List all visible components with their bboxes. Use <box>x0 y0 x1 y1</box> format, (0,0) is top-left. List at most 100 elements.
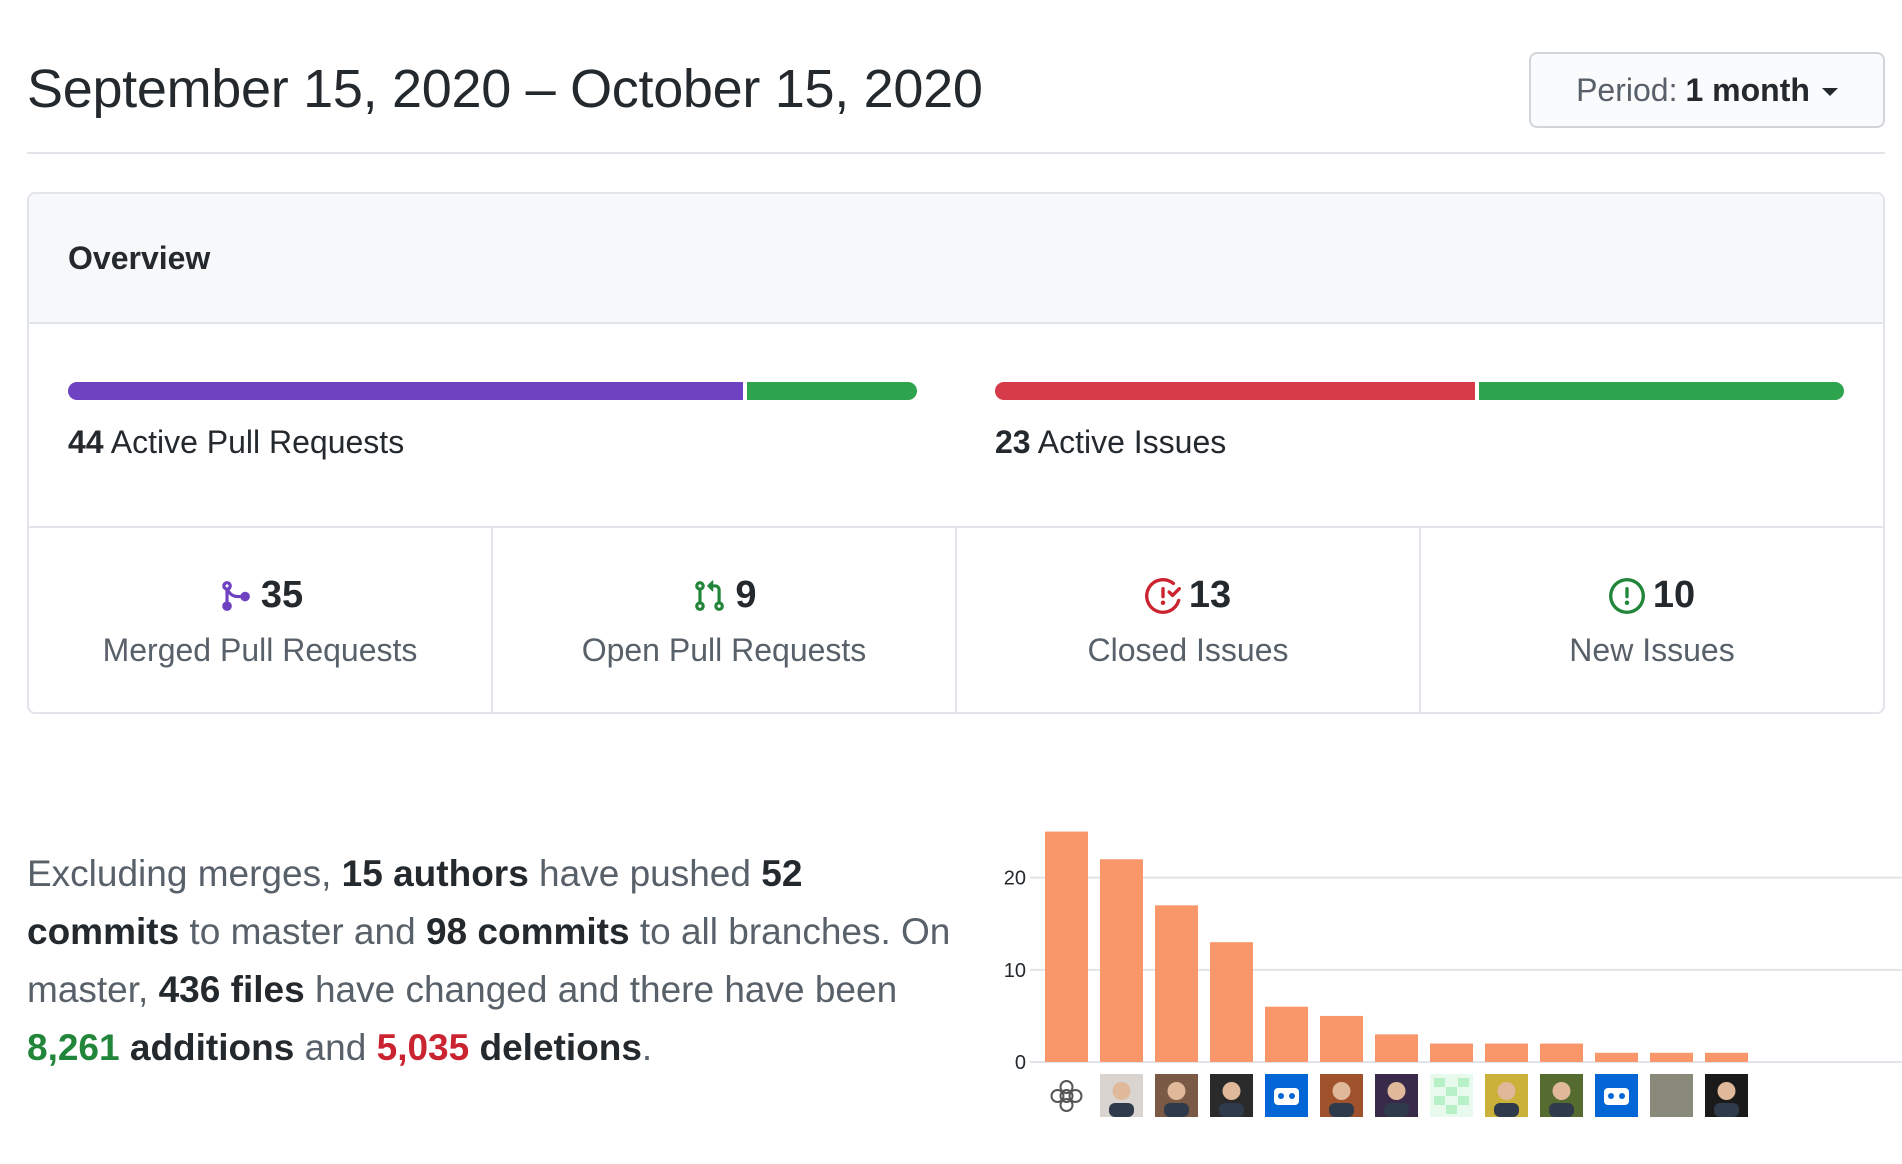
new-issues-label: New Issues <box>1569 631 1735 668</box>
deletions-label: deletions <box>479 1027 642 1068</box>
avatar-shoulders <box>1164 1103 1189 1117</box>
avatar-head <box>1112 1082 1131 1100</box>
avatar-shoulders <box>1109 1103 1134 1117</box>
active-issues-label: 23 Active Issues <box>995 424 1226 461</box>
new-issues-count: 10 <box>1652 574 1696 616</box>
chart-bar <box>1595 1052 1638 1062</box>
caret-down-icon <box>1821 88 1838 96</box>
issue-opened-icon <box>1608 577 1645 614</box>
avatar-head <box>1387 1082 1406 1100</box>
chart-bar <box>1320 1015 1363 1062</box>
open-segment <box>746 382 917 400</box>
deletions-count: 5,035 <box>376 1027 470 1068</box>
merged-pull-requests-label: Merged Pull Requests <box>102 631 418 668</box>
avatar-head <box>1497 1082 1516 1100</box>
merged-pull-requests-count: 35 <box>260 574 304 616</box>
avatar-head <box>1717 1082 1736 1100</box>
chart-bar <box>1100 859 1143 1062</box>
chart-bar <box>1265 1006 1308 1062</box>
identicon-cell <box>1434 1078 1445 1087</box>
merged-segment <box>68 382 743 400</box>
date-range-title: September 15, 2020 – October 15, 2020 <box>27 59 983 119</box>
chart-bar <box>1705 1052 1748 1062</box>
chart-bar <box>1155 905 1198 1062</box>
closed-issues-label: Closed Issues <box>1087 631 1289 668</box>
avatar-shoulders <box>1384 1103 1409 1117</box>
contributors-commit-chart: 0 10 20 <box>1004 831 1902 1117</box>
git-pull-request-icon <box>691 578 727 614</box>
avatar-shoulders <box>1494 1103 1519 1117</box>
active-pull-requests-label: 44 Active Pull Requests <box>68 424 404 461</box>
knot-logo-avatar <box>1050 1080 1083 1112</box>
all-branches-commits-count: 98 commits <box>425 911 630 952</box>
identicon-cell <box>1458 1096 1469 1105</box>
period-value: 1 month <box>1685 71 1810 108</box>
bot-eye <box>1289 1093 1295 1099</box>
avatar-head <box>1552 1082 1571 1100</box>
avatar-shoulders <box>1549 1103 1574 1117</box>
files-changed-count: 436 files <box>158 969 305 1010</box>
bot-eye <box>1608 1093 1614 1099</box>
new-issues-stat[interactable]: 10 New Issues <box>1421 528 1883 712</box>
chart-bar <box>1650 1052 1693 1062</box>
identicon-cell <box>1446 1105 1457 1114</box>
commit-summary: Excluding merges, 15 authors have pushed… <box>27 845 957 1077</box>
summary-text: have changed and there have been <box>304 969 898 1010</box>
summary-text: and <box>294 1027 377 1068</box>
chart-bar <box>1045 831 1088 1062</box>
open-pull-requests-count: 9 <box>735 574 757 616</box>
bot-face <box>1604 1088 1629 1105</box>
active-issues-count: 23 <box>995 424 1031 460</box>
active-pull-requests-text: Active Pull Requests <box>110 424 405 460</box>
landscape-avatar <box>1650 1074 1693 1117</box>
closed-issues-stat[interactable]: 13 Closed Issues <box>957 528 1421 712</box>
chart-bar <box>1485 1043 1528 1062</box>
chart-bar <box>1375 1034 1418 1062</box>
period-dropdown-button[interactable]: Period: 1 month <box>1529 52 1885 128</box>
summary-text: Excluding merges, <box>27 853 342 894</box>
summary-text: . <box>641 1027 653 1068</box>
issues-bar <box>995 382 1844 400</box>
avatar-head <box>1222 1082 1241 1100</box>
new-segment <box>1478 382 1844 400</box>
identicon-cell <box>1434 1096 1445 1105</box>
additions-label: additions <box>129 1027 295 1068</box>
open-pull-requests-stat[interactable]: 9 Open Pull Requests <box>493 528 957 712</box>
overview-stats: 35 Merged Pull Requests 9 Open Pull Requ… <box>29 528 1883 712</box>
bot-face <box>1274 1088 1299 1105</box>
bot-eye <box>1619 1093 1625 1099</box>
closed-issues-count: 13 <box>1188 574 1232 616</box>
identicon-cell <box>1446 1087 1457 1096</box>
y-axis-tick-label: 10 <box>1004 960 1026 982</box>
issue-closed-icon <box>1144 577 1181 614</box>
additions-count: 8,261 <box>27 1027 120 1068</box>
avatar-head <box>1332 1082 1351 1100</box>
overview-title: Overview <box>68 239 211 276</box>
y-axis-tick-label: 20 <box>1004 868 1026 890</box>
closed-segment <box>995 382 1475 400</box>
summary-text: have pushed <box>528 853 762 894</box>
avatar-head <box>1167 1082 1186 1100</box>
git-merge-icon <box>217 578 253 614</box>
open-pull-requests-label: Open Pull Requests <box>581 631 867 668</box>
overview-box: Overview 44 Active Pull Requests 23 Acti… <box>27 192 1885 714</box>
chart-bar <box>1430 1043 1473 1062</box>
avatar-shoulders <box>1714 1103 1739 1117</box>
y-axis-tick-label: 0 <box>1015 1052 1026 1074</box>
active-pull-requests-count: 44 <box>68 424 104 460</box>
avatar-shoulders <box>1219 1103 1244 1117</box>
merged-pull-requests-stat[interactable]: 35 Merged Pull Requests <box>29 528 493 712</box>
period-label: Period: <box>1576 71 1678 108</box>
chart-bar <box>1210 942 1253 1062</box>
pull-requests-bar <box>68 382 917 400</box>
authors-count: 15 authors <box>341 853 529 894</box>
overview-bars: 44 Active Pull Requests 23 Active Issues <box>29 324 1883 528</box>
summary-text: to master and <box>179 911 426 952</box>
chart-bar <box>1540 1043 1583 1062</box>
active-issues-text: Active Issues <box>1037 424 1227 460</box>
page-header: September 15, 2020 – October 15, 2020 Pe… <box>27 50 1885 154</box>
bot-eye <box>1278 1093 1284 1099</box>
overview-header: Overview <box>29 194 1883 324</box>
avatar-shoulders <box>1329 1103 1354 1117</box>
identicon-cell <box>1458 1078 1469 1087</box>
